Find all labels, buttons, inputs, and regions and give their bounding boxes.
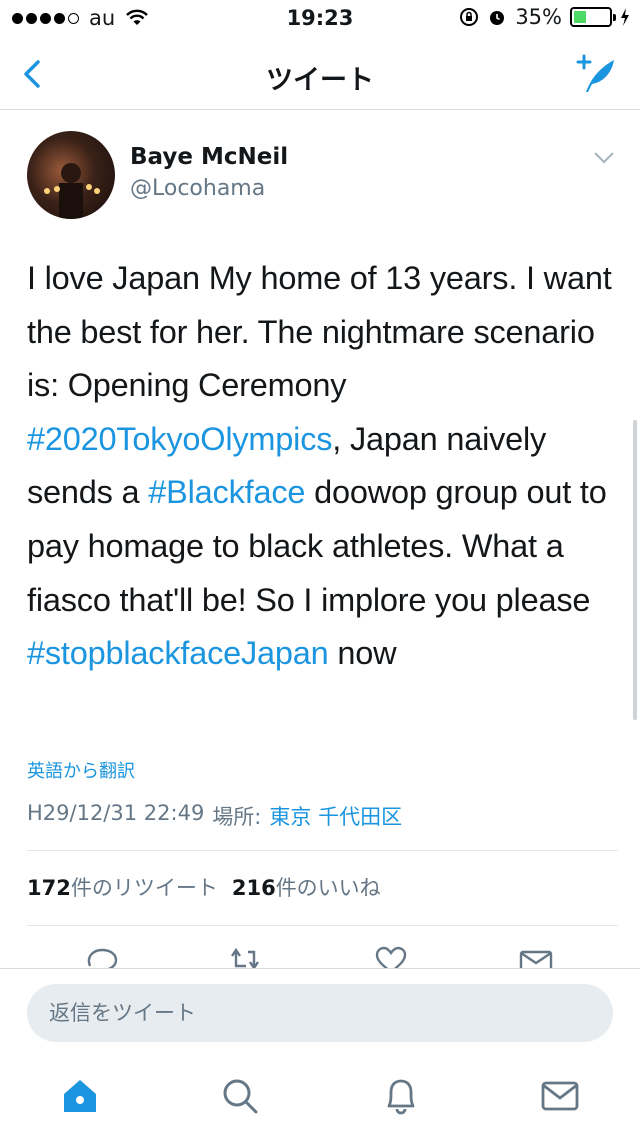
- tab-bar: [0, 1058, 640, 1138]
- like-count: 216: [231, 876, 276, 900]
- heart-icon[interactable]: [373, 944, 409, 968]
- translate-link[interactable]: 英語から翻訳: [27, 757, 135, 783]
- nav-bar: ツイート: [0, 38, 640, 110]
- rotation-lock-icon: [460, 8, 479, 26]
- display-name[interactable]: Baye McNeil: [130, 144, 288, 170]
- page-title: ツイート: [266, 65, 374, 96]
- retweet-icon[interactable]: [226, 944, 262, 968]
- charging-bolt-icon: [621, 8, 629, 26]
- location-link[interactable]: 東京 千代田区: [269, 801, 402, 831]
- status-bar: au 19:23 35%: [0, 0, 640, 38]
- hashtag-link[interactable]: #stopblackfaceJapan: [27, 635, 329, 671]
- location-label: 場所:: [212, 805, 262, 829]
- chevron-down-icon[interactable]: [592, 150, 616, 166]
- reply-input[interactable]: [27, 984, 613, 1042]
- search-icon[interactable]: [220, 1076, 260, 1116]
- home-icon[interactable]: [60, 1076, 100, 1116]
- status-right: 35%: [459, 5, 630, 29]
- tweet-meta: H29/12/31 22:49 場所: 東京 千代田区: [27, 801, 402, 831]
- alarm-icon: [490, 11, 505, 25]
- like-label: 件のいいね: [275, 876, 381, 900]
- scrollbar[interactable]: [633, 420, 637, 720]
- timestamp: H29/12/31 22:49: [27, 801, 205, 825]
- tweet-stats: 172件のリツイート 216件のいいね: [27, 872, 381, 902]
- mail-icon[interactable]: [540, 1076, 580, 1116]
- bell-icon[interactable]: [381, 1076, 421, 1116]
- retweet-count: 172: [27, 876, 71, 900]
- tweet-actions: [0, 940, 640, 968]
- user-handle[interactable]: @Locohama: [130, 176, 265, 201]
- compose-quill-icon[interactable]: [574, 52, 618, 96]
- retweet-count-link[interactable]: 172件のリツイート: [27, 872, 218, 902]
- battery-percent: 35%: [515, 5, 562, 29]
- mail-icon[interactable]: [518, 944, 554, 968]
- divider: [27, 850, 618, 851]
- reply-icon[interactable]: [84, 944, 120, 968]
- reply-bar: [0, 968, 640, 1058]
- avatar-image: [44, 163, 100, 219]
- like-count-link[interactable]: 216件のいいね: [232, 872, 381, 902]
- battery-icon: [570, 7, 616, 27]
- hashtag-link[interactable]: #2020TokyoOlympics: [27, 421, 332, 457]
- retweet-label: 件のリツイート: [70, 876, 218, 900]
- tweet-text-part: now: [328, 635, 397, 672]
- hashtag-link[interactable]: #Blackface: [148, 474, 305, 510]
- tweet-text: I love Japan My home of 13 years. I want…: [27, 252, 617, 681]
- divider: [27, 925, 618, 926]
- tweet-text-part: I love Japan My home of 13 years. I want…: [27, 260, 612, 404]
- avatar[interactable]: [27, 131, 115, 219]
- battery-level: [574, 11, 586, 23]
